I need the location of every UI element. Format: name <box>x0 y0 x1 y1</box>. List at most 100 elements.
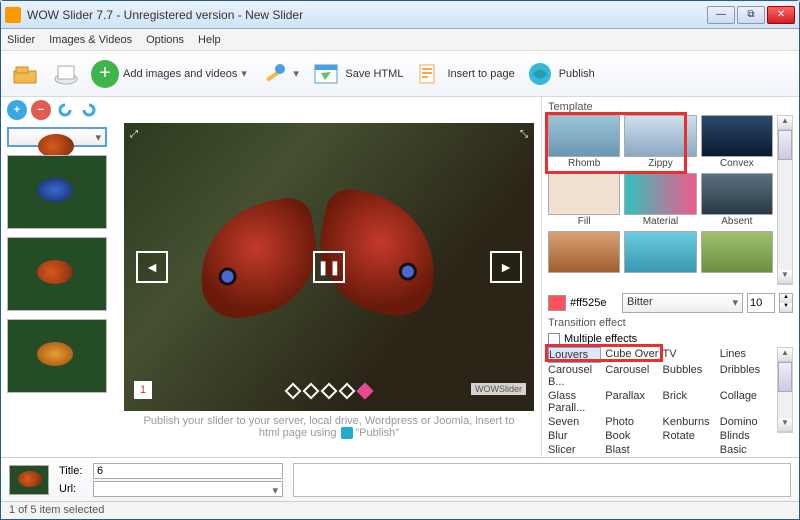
title-input[interactable]: 6 <box>93 463 283 479</box>
font-size-input[interactable]: 10 <box>747 293 775 313</box>
pager <box>287 385 371 397</box>
font-select[interactable]: Bitter <box>622 293 743 313</box>
effect-item[interactable]: Cube Over <box>605 347 658 363</box>
publish-button[interactable]: Publish <box>525 59 595 89</box>
remove-slide-button[interactable]: − <box>31 100 51 120</box>
effect-item[interactable]: Rotate <box>663 429 716 443</box>
publish-hint: Publish your slider to your server, loca… <box>139 415 519 439</box>
effect-item[interactable]: Seven <box>548 415 601 429</box>
add-slide-button[interactable]: + <box>7 100 27 120</box>
menu-help[interactable]: Help <box>198 34 221 46</box>
toolbar: +Add images and videos▾ ▾ Save HTML Inse… <box>1 51 799 97</box>
insert-page-button[interactable]: Insert to page <box>413 59 514 89</box>
effect-item[interactable]: Blast <box>605 443 658 457</box>
app-logo-icon <box>5 7 21 23</box>
dropdown-icon[interactable]: ▾ <box>241 67 249 80</box>
open-button[interactable] <box>11 59 41 89</box>
rotate-left-button[interactable] <box>55 100 75 120</box>
title-label: Title: <box>59 465 89 477</box>
url-label: Url: <box>59 483 89 495</box>
template-item[interactable]: Zippy <box>624 115 696 169</box>
dropdown-icon[interactable]: ▾ <box>293 67 301 80</box>
effect-item[interactable]: Book <box>605 429 658 443</box>
save-html-button[interactable]: Save HTML <box>311 59 403 89</box>
pager-dot[interactable] <box>357 383 374 400</box>
slide-thumbnail[interactable] <box>7 319 107 393</box>
template-item[interactable]: Convex <box>701 115 773 169</box>
color-hex: #ff525e <box>570 297 618 309</box>
template-item[interactable]: Absent <box>701 173 773 227</box>
publish-label: Publish <box>559 68 595 80</box>
effect-item[interactable]: Carousel B... <box>548 363 601 389</box>
settings-panel: Template Rhomb Zippy Convex Fill Materia… <box>541 97 799 457</box>
template-item[interactable]: Rhomb <box>548 115 620 169</box>
effect-item[interactable]: Photo <box>605 415 658 429</box>
description-area[interactable] <box>293 463 791 497</box>
window-title: WOW Slider 7.7 - Unregistered version - … <box>27 8 707 22</box>
current-slide-thumb <box>9 465 49 495</box>
transition-label: Transition effect <box>548 317 793 329</box>
effect-item[interactable]: Collage <box>720 389 773 415</box>
effect-item[interactable]: Parallax <box>605 389 658 415</box>
menu-images[interactable]: Images & Videos <box>49 34 132 46</box>
slide-thumbnail[interactable] <box>7 237 107 311</box>
template-item[interactable] <box>701 231 773 273</box>
tools-button[interactable]: ▾ <box>259 59 301 89</box>
template-item[interactable] <box>548 231 620 273</box>
publish-icon <box>341 427 353 439</box>
status-bar: 1 of 5 item selected <box>1 501 799 519</box>
effect-item[interactable]: Kenburns <box>663 415 716 429</box>
minimize-button[interactable]: — <box>707 6 735 24</box>
effect-item[interactable]: Glass Parall... <box>548 389 601 415</box>
menu-slider[interactable]: Slider <box>7 34 35 46</box>
properties-bar: Title: 6 Url: <box>1 457 799 501</box>
watermark: WOWSlider <box>471 383 526 395</box>
effect-item[interactable] <box>663 443 716 457</box>
close-button[interactable]: ✕ <box>767 6 795 24</box>
slide-thumbnail[interactable] <box>7 155 107 229</box>
titlebar: WOW Slider 7.7 - Unregistered version - … <box>1 1 799 29</box>
slide-preview[interactable]: ⤢ ⤡ ◄ ❚❚ ► 1 WOWSlider <box>124 123 534 411</box>
template-item[interactable] <box>624 231 696 273</box>
prev-slide-button[interactable]: ◄ <box>136 251 168 283</box>
effect-item[interactable]: Brick <box>663 389 716 415</box>
slide-number-badge: 1 <box>134 381 152 399</box>
add-images-button[interactable]: +Add images and videos▾ <box>91 60 249 88</box>
pager-dot[interactable] <box>285 383 302 400</box>
multiple-effects-checkbox[interactable] <box>548 333 560 345</box>
font-size-spinner[interactable]: ▲▼ <box>779 293 793 313</box>
effects-scrollbar[interactable]: ▲▼ <box>777 347 793 433</box>
menu-options[interactable]: Options <box>146 34 184 46</box>
effect-item[interactable]: Blur <box>548 429 601 443</box>
slide-thumbnail[interactable] <box>7 127 107 147</box>
pause-button[interactable]: ❚❚ <box>313 251 345 283</box>
pager-dot[interactable] <box>303 383 320 400</box>
expand-tr-icon[interactable]: ⤡ <box>520 129 528 140</box>
template-grid: Rhomb Zippy Convex Fill Material Absent <box>548 115 773 273</box>
effect-item[interactable]: Bubbles <box>663 363 716 389</box>
effect-item[interactable]: Lines <box>720 347 773 363</box>
template-item[interactable]: Material <box>624 173 696 227</box>
insert-page-label: Insert to page <box>447 68 514 80</box>
effect-item[interactable]: Slicer <box>548 443 601 457</box>
effect-item[interactable]: Dribbles <box>720 363 773 389</box>
effect-item[interactable]: Blinds <box>720 429 773 443</box>
rotate-right-button[interactable] <box>79 100 99 120</box>
maximize-button[interactable]: ⧉ <box>737 6 765 24</box>
effect-item[interactable]: Basic <box>720 443 773 457</box>
url-input[interactable] <box>93 481 283 497</box>
effect-item[interactable]: Louvers <box>548 347 601 363</box>
add-images-label: Add images and videos <box>123 68 237 80</box>
pager-dot[interactable] <box>321 383 338 400</box>
effect-item[interactable]: Domino <box>720 415 773 429</box>
color-swatch[interactable] <box>548 295 566 311</box>
next-slide-button[interactable]: ► <box>490 251 522 283</box>
template-scrollbar[interactable]: ▲▼ <box>777 115 793 285</box>
menu-bar: Slider Images & Videos Options Help <box>1 29 799 51</box>
pager-dot[interactable] <box>339 383 356 400</box>
effect-item[interactable]: TV <box>663 347 716 363</box>
effect-item[interactable]: Carousel <box>605 363 658 389</box>
template-item[interactable]: Fill <box>548 173 620 227</box>
save-project-button[interactable] <box>51 59 81 89</box>
expand-tl-icon[interactable]: ⤢ <box>130 129 138 140</box>
